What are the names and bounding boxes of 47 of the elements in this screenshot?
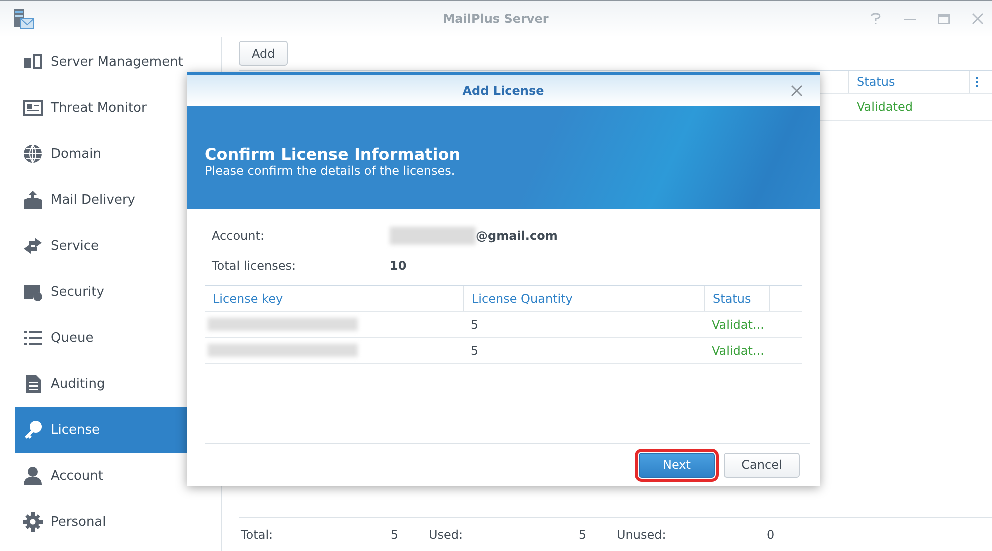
quantity-cell: 5 [471,344,479,358]
server-icon [23,52,43,72]
dialog-title: Add License [462,84,544,98]
quantity-cell: 5 [471,318,479,332]
sidebar-item[interactable]: Account [15,453,221,499]
footer-label: Unused: [616,528,668,542]
window-title: MailPlus Server [443,12,549,26]
globe-icon [23,144,43,164]
sidebar-item[interactable]: Auditing [15,361,221,407]
status-text: Validat... [712,344,764,358]
status-text: Validat... [712,318,764,332]
close-icon[interactable] [791,85,803,97]
id-card-icon [23,98,43,118]
column-header[interactable]: License key [205,286,463,311]
close-icon[interactable] [972,13,984,25]
sidebar-item[interactable]: Mail Delivery [15,177,221,223]
sidebar-item[interactable]: Queue [15,315,221,361]
footer-value: 0 [767,528,776,542]
maximize-icon[interactable] [938,13,950,25]
help-icon[interactable] [870,13,882,25]
document-icon [23,374,43,394]
person-icon [23,466,43,486]
cancel-button[interactable]: Cancel [724,452,800,478]
footer-value: 5 [391,528,400,542]
footer-label: Total: [240,528,274,542]
footer-value: 5 [579,528,588,542]
column-header[interactable]: License Quantity [463,286,704,311]
key-icon [23,420,43,440]
account-email: @gmail.com [476,229,558,243]
account-label: Account: [212,229,266,243]
total-licenses-value: 10 [390,259,407,273]
column-header[interactable]: Status [848,71,969,93]
arrows-icon [23,236,43,256]
dialog-heading: Confirm License Information [205,145,461,164]
sidebar-item[interactable]: Personal [15,499,221,545]
dialog-subheading: Please confirm the details of the licenses. [205,164,456,178]
sidebar-item[interactable]: Threat Monitor [15,85,221,131]
column-header[interactable]: Status [704,286,769,311]
column-menu-icon[interactable] [976,77,979,87]
list-icon [23,328,43,348]
app-logo-icon [13,8,35,30]
status-text: Validated [856,100,913,114]
gear-icon [23,512,43,532]
sidebar-item[interactable]: Server Management [15,39,221,85]
footer-label: Used: [428,528,464,542]
add-button[interactable]: Add [239,41,288,66]
total-licenses-label: Total licenses: [212,259,298,273]
